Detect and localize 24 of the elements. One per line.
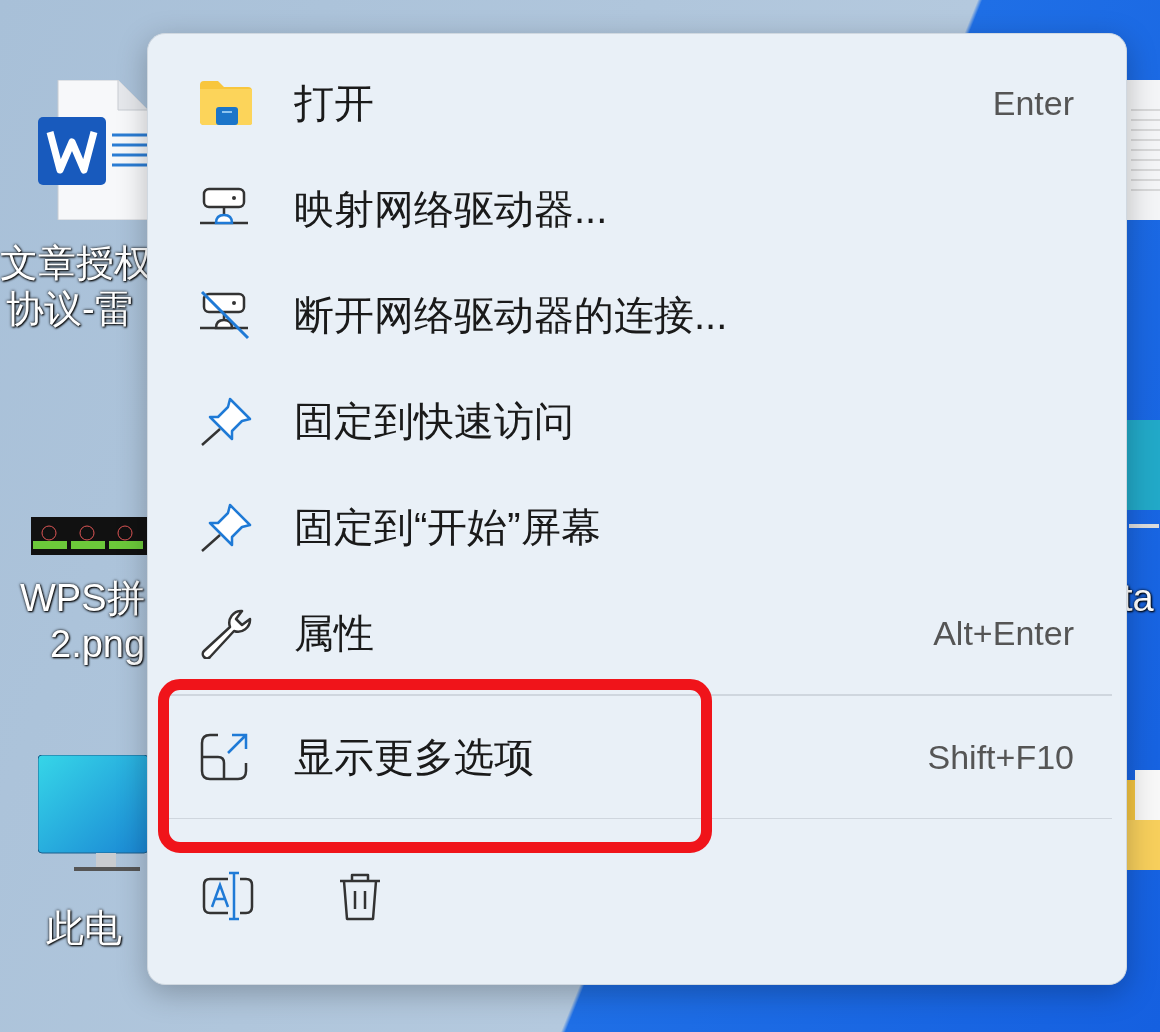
icon-label: 此电 [46, 906, 122, 951]
menu-item-label: 显示更多选项 [294, 734, 535, 781]
shortcut-text: Enter [992, 82, 1074, 124]
icon-label: WPS拼 [20, 576, 145, 621]
menu-item-label: 属性 [294, 610, 375, 657]
menu-item-label: 打开 [294, 80, 375, 127]
menu-item[interactable]: 固定到快速访问 [158, 368, 1116, 474]
menu-item-label: 固定到快速访问 [294, 398, 575, 445]
menu-item[interactable]: 打开 Enter [158, 50, 1116, 156]
shortcut-text: Alt+Enter [933, 612, 1074, 654]
icon-label: ta [1122, 576, 1154, 621]
menu-item[interactable]: 显示更多选项 Shift+F10 [158, 704, 1116, 810]
menu-item-label: 断开网络驱动器的连接... [294, 292, 729, 339]
menu-item[interactable]: 映射网络驱动器... [158, 156, 1116, 262]
menu-item[interactable]: 属性 Alt+Enter [158, 580, 1116, 686]
menu-item[interactable]: 断开网络驱动器的连接... [158, 262, 1116, 368]
menu-item-label: 固定到“开始”屏幕 [294, 504, 602, 551]
menu-item-label: 映射网络驱动器... [294, 186, 609, 233]
rename-icon [200, 871, 256, 923]
icon-label: 文章授权 [0, 241, 152, 286]
shortcut-text: Shift+F10 [927, 736, 1074, 778]
menu-item[interactable]: 固定到“开始”屏幕 [158, 474, 1116, 580]
icon-label: 协议-雷 [6, 287, 133, 332]
icon-label: 2.png [50, 622, 146, 667]
